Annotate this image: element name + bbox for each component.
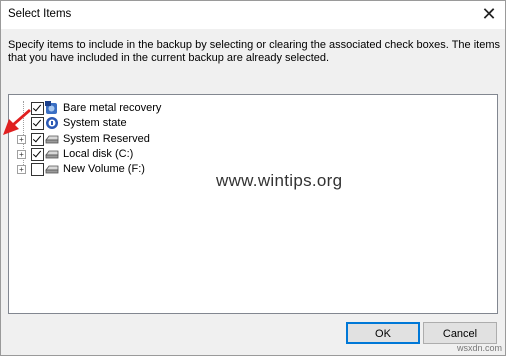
backup-items-tree[interactable]: Bare metal recovery System state + Syste… [8, 94, 498, 314]
expand-icon[interactable]: + [17, 165, 26, 174]
close-icon[interactable]: ✕ [477, 3, 501, 27]
tree-item-local-disk-c[interactable]: + Local disk (C:) [9, 147, 309, 162]
tree-item-bare-metal-recovery[interactable]: Bare metal recovery [9, 101, 309, 116]
select-items-dialog: Select Items ✕ Specify items to include … [0, 0, 506, 356]
local-disk-c-checkbox[interactable] [31, 148, 44, 161]
tree-item-system-state[interactable]: System state [9, 116, 309, 131]
drive-icon [45, 150, 59, 159]
tree-item-label: Bare metal recovery [63, 102, 162, 114]
tree-item-label: New Volume (F:) [63, 163, 145, 175]
red-arrow-annotation [3, 109, 31, 135]
tree-item-system-reserved[interactable]: + System Reserved [9, 132, 309, 147]
tree-item-label: System Reserved [63, 133, 150, 145]
new-volume-f-checkbox[interactable] [31, 163, 44, 176]
dialog-title: Select Items [8, 8, 72, 20]
title-bar: Select Items ✕ [1, 1, 505, 29]
recovery-icon [45, 101, 57, 114]
expand-icon[interactable]: + [17, 150, 26, 159]
tree-item-label: System state [63, 117, 127, 129]
drive-icon [45, 165, 59, 174]
system-state-icon [46, 117, 58, 129]
drive-icon [45, 135, 59, 144]
site-credit: wsxdn.com [456, 343, 502, 353]
tree-item-label: Local disk (C:) [63, 148, 134, 160]
ok-button[interactable]: OK [346, 322, 420, 344]
instructions-text: Specify items to include in the backup b… [8, 39, 501, 64]
cancel-button[interactable]: Cancel [423, 322, 497, 344]
watermark-text: www.wintips.org [216, 171, 343, 190]
